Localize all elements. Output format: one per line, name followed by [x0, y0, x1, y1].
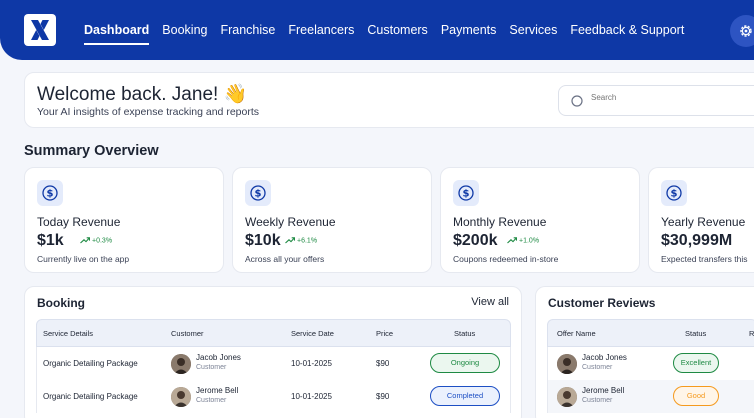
booking-panel: Booking View all Service Details Custome… [24, 286, 522, 418]
search-icon [571, 95, 583, 107]
nav-item-customers[interactable]: Customers [367, 0, 427, 60]
main-nav: Dashboard Booking Franchise Freelancers … [84, 0, 697, 60]
card-value: $1k [37, 232, 64, 249]
nav-item-franchise[interactable]: Franchise [220, 0, 275, 60]
card-note: Coupons redeemed in-store [453, 254, 559, 264]
settings-button[interactable] [730, 15, 754, 47]
status-badge: Good [673, 386, 719, 406]
service-name: Organic Detailing Package [43, 359, 138, 368]
welcome-title: Welcome back. Jane! 👋 [37, 84, 248, 105]
table-row[interactable]: Jerome Bell Customer Good [547, 380, 754, 413]
customer-reviews-panel: Customer Reviews Offer Name Status Ra Ja… [535, 286, 754, 418]
card-label: Monthly Revenue [453, 215, 547, 229]
price: $90 [376, 392, 390, 401]
price: $90 [376, 359, 390, 368]
nav-item-dashboard[interactable]: Dashboard [84, 0, 150, 60]
card-value: $200k [453, 232, 498, 249]
search-input[interactable] [591, 93, 741, 102]
status-badge: Completed [430, 386, 500, 406]
column-header[interactable]: Offer Name [557, 329, 596, 338]
top-navigation-bar: Dashboard Booking Franchise Freelancers … [0, 0, 754, 60]
trend-up-icon [285, 237, 296, 244]
service-date: 10-01-2025 [291, 359, 332, 368]
svg-text:$: $ [255, 189, 262, 200]
monthly-revenue-card: $ Monthly Revenue $200k +1.0% Coupons re… [440, 167, 640, 273]
avatar [557, 354, 577, 374]
avatar [557, 387, 577, 407]
dollar-icon: $ [245, 180, 271, 206]
column-header[interactable]: Price [376, 329, 393, 338]
card-value: $30,999M [661, 232, 733, 249]
nav-item-freelancers[interactable]: Freelancers [288, 0, 354, 60]
booking-title: Booking [37, 296, 85, 310]
dollar-icon: $ [453, 180, 479, 206]
gear-icon [740, 25, 752, 37]
column-header[interactable]: Service Details [43, 329, 93, 338]
service-name: Organic Detailing Package [43, 392, 138, 401]
trend-badge: +1.0% [507, 237, 539, 244]
nav-item-booking[interactable]: Booking [162, 0, 207, 60]
trend-badge: +6.1% [285, 237, 317, 244]
avatar [171, 387, 191, 407]
card-note: Across all your offers [245, 254, 325, 264]
trend-value: +1.0% [519, 237, 540, 245]
nav-item-feedback-support[interactable]: Feedback & Support [570, 0, 684, 60]
column-header[interactable]: Status [685, 329, 706, 338]
weekly-revenue-card: $ Weekly Revenue $10k +6.1% Across all y… [232, 167, 432, 273]
customer-name: Jerome Bell [582, 386, 625, 395]
customer-role: Customer [196, 364, 227, 371]
welcome-subtitle: Your AI insights of expense tracking and… [37, 106, 259, 118]
nav-item-services[interactable]: Services [509, 0, 557, 60]
brand-logo[interactable] [24, 14, 56, 46]
svg-text:$: $ [47, 189, 54, 200]
yearly-revenue-card: $ Yearly Revenue $30,999M Expected trans… [648, 167, 754, 273]
table-row[interactable]: Organic Detailing Package Jerome Bell Cu… [36, 380, 511, 413]
card-label: Weekly Revenue [245, 215, 336, 229]
card-note: Currently live on the app [37, 254, 130, 264]
dollar-icon: $ [37, 180, 63, 206]
reviews-table-header: Offer Name Status Ra [547, 319, 754, 347]
booking-table-header: Service Details Customer Service Date Pr… [36, 319, 511, 347]
customer-name: Jerome Bell [196, 386, 239, 395]
svg-text:$: $ [671, 189, 678, 200]
table-row[interactable]: Jacob Jones Customer Excellent [547, 347, 754, 380]
avatar [171, 354, 191, 374]
card-label: Today Revenue [37, 215, 121, 229]
service-date: 10-01-2025 [291, 392, 332, 401]
summary-title: Summary Overview [24, 143, 159, 159]
svg-text:$: $ [463, 189, 470, 200]
status-badge: Ongoing [430, 353, 500, 373]
column-header[interactable]: Status [454, 329, 475, 338]
customer-role: Customer [582, 364, 613, 371]
trend-badge: +0.3% [80, 237, 112, 244]
card-value: $10k [245, 232, 281, 249]
search-box[interactable] [558, 85, 754, 116]
welcome-banner: Welcome back. Jane! 👋 Your AI insights o… [24, 72, 754, 128]
column-header[interactable]: Service Date [291, 329, 334, 338]
trend-up-icon [507, 237, 518, 244]
trend-value: +6.1% [297, 237, 318, 245]
nav-item-payments[interactable]: Payments [441, 0, 497, 60]
card-label: Yearly Revenue [661, 215, 746, 229]
dollar-icon: $ [661, 180, 687, 206]
status-badge: Excellent [673, 353, 719, 373]
trend-value: +0.3% [92, 237, 113, 245]
customer-role: Customer [582, 397, 613, 404]
card-note: Expected transfers this [661, 254, 748, 264]
brand-logo-icon [31, 20, 49, 40]
trend-up-icon [80, 237, 91, 244]
table-row[interactable]: Organic Detailing Package Jacob Jones Cu… [36, 347, 511, 380]
column-header[interactable]: Ra [749, 329, 754, 338]
customer-role: Customer [196, 397, 227, 404]
view-all-link[interactable]: View all [471, 296, 509, 308]
customer-name: Jacob Jones [196, 353, 241, 362]
reviews-title: Customer Reviews [548, 296, 656, 310]
today-revenue-card: $ Today Revenue $1k +0.3% Currently live… [24, 167, 224, 273]
customer-name: Jacob Jones [582, 353, 627, 362]
column-header[interactable]: Customer [171, 329, 204, 338]
